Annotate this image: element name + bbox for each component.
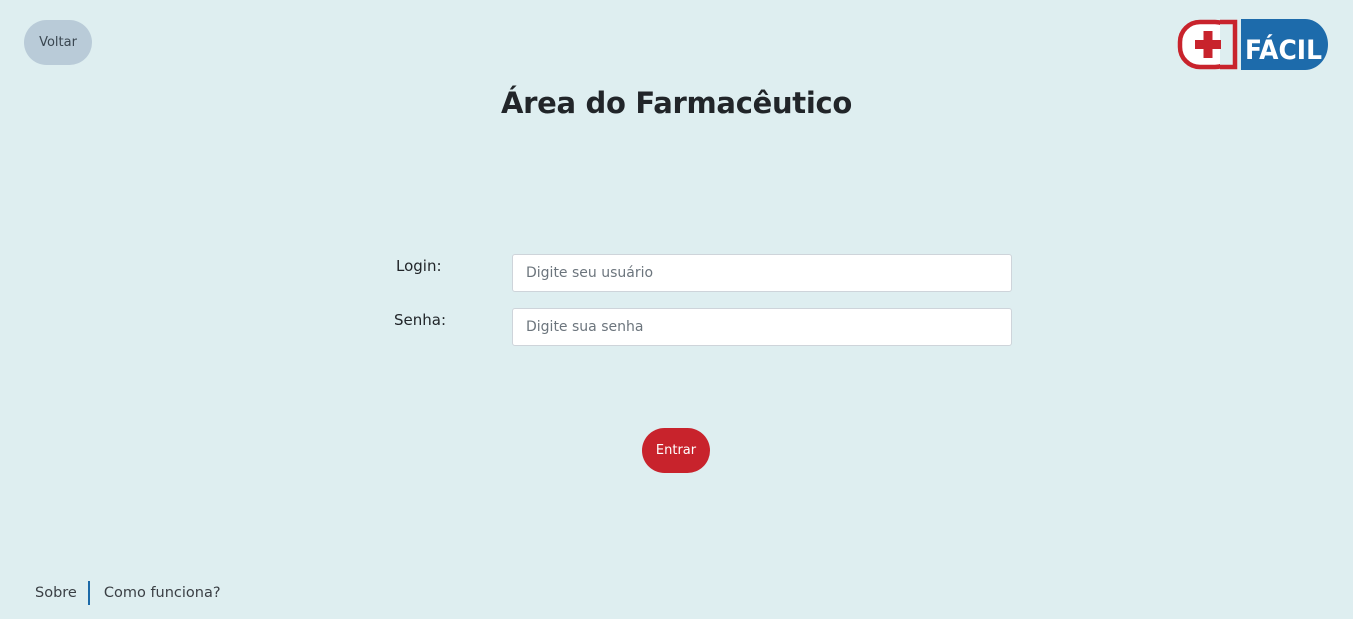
footer-divider (87, 581, 90, 605)
page-title: Área do Farmacêutico (500, 86, 853, 120)
footer-link-como-funciona[interactable]: Como funciona? (104, 585, 221, 601)
password-label: Senha: (394, 311, 447, 329)
logo-graphic: FÁCIL (1177, 19, 1328, 70)
password-input[interactable] (512, 308, 1012, 346)
login-submit-button[interactable]: Entrar (642, 428, 710, 473)
logo-text: FÁCIL (1245, 34, 1322, 66)
login-input[interactable] (512, 254, 1012, 292)
footer-link-sobre[interactable]: Sobre (35, 585, 77, 601)
login-label: Login: (396, 257, 442, 275)
footer-nav: Sobre Como funciona? (35, 581, 221, 605)
app-logo: FÁCIL (1177, 19, 1328, 70)
back-button[interactable]: Voltar (24, 20, 92, 65)
